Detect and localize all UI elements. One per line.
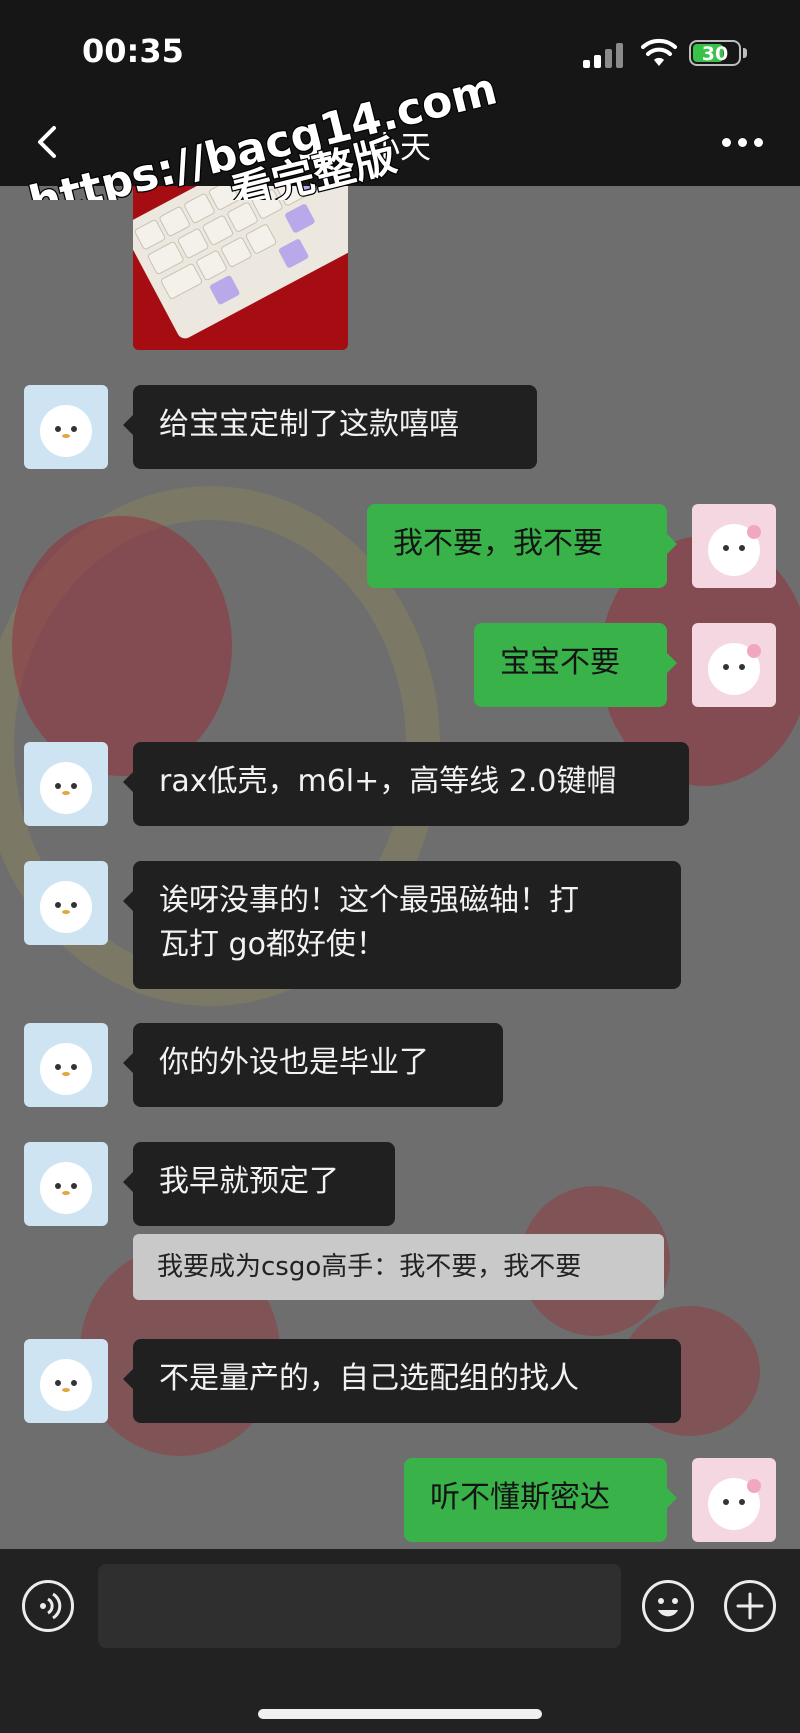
received-message-line: 诶呀没事的！这个最强磁轴！打 (159, 883, 579, 918)
chat-title: 小天 (369, 130, 431, 166)
user-avatar[interactable] (692, 1458, 776, 1542)
battery-icon: 30 (689, 40, 741, 66)
keyboard-photo[interactable] (133, 186, 348, 350)
received-message: 给宝宝定制了这款嘻嘻 (123, 385, 537, 469)
voice-input-icon[interactable] (22, 1580, 74, 1632)
sent-message: 我不要，我不要 (367, 504, 677, 588)
contact-avatar[interactable] (24, 1142, 108, 1226)
contact-avatar[interactable] (24, 861, 108, 945)
wifi-icon (641, 38, 677, 66)
received-message-line: 瓦打 go都好使！ (159, 927, 386, 962)
battery-level: 30 (701, 43, 729, 65)
received-message: rax低壳，m6l+，高等线 2.0键帽 (123, 742, 689, 826)
status-time: 00:35 (82, 32, 184, 70)
message-input[interactable] (98, 1564, 621, 1648)
received-message: 不是量产的，自己选配组的找人 (123, 1339, 681, 1423)
chat-header: 小天 (0, 100, 800, 186)
user-avatar[interactable] (692, 504, 776, 588)
user-avatar[interactable] (692, 623, 776, 707)
input-bar (0, 1549, 800, 1733)
quoted-reply[interactable]: 我要成为csgo高手：我不要，我不要 (133, 1234, 664, 1300)
home-indicator[interactable] (258, 1709, 542, 1719)
received-message: 你的外设也是毕业了 (123, 1023, 503, 1107)
contact-avatar[interactable] (24, 1023, 108, 1107)
chat-messages[interactable]: 给宝宝定制了这款嘻嘻 我不要，我不要 宝宝不要 rax低壳，m6l+，高等线 2… (0, 186, 800, 1549)
received-message: 诶呀没事的！这个最强磁轴！打 瓦打 go都好使！ (123, 861, 681, 989)
emoji-icon[interactable] (642, 1580, 694, 1632)
add-attachment-icon[interactable] (724, 1580, 776, 1632)
received-message: 我早就预定了 (123, 1142, 395, 1226)
more-options-icon[interactable] (722, 138, 764, 148)
sent-message: 听不懂斯密达 (404, 1458, 677, 1542)
contact-avatar[interactable] (24, 742, 108, 826)
status-bar: 00:35 30 (0, 0, 800, 100)
contact-avatar[interactable] (24, 1339, 108, 1423)
cellular-signal-icon (583, 42, 627, 68)
contact-avatar[interactable] (24, 385, 108, 469)
sent-message: 宝宝不要 (474, 623, 677, 707)
